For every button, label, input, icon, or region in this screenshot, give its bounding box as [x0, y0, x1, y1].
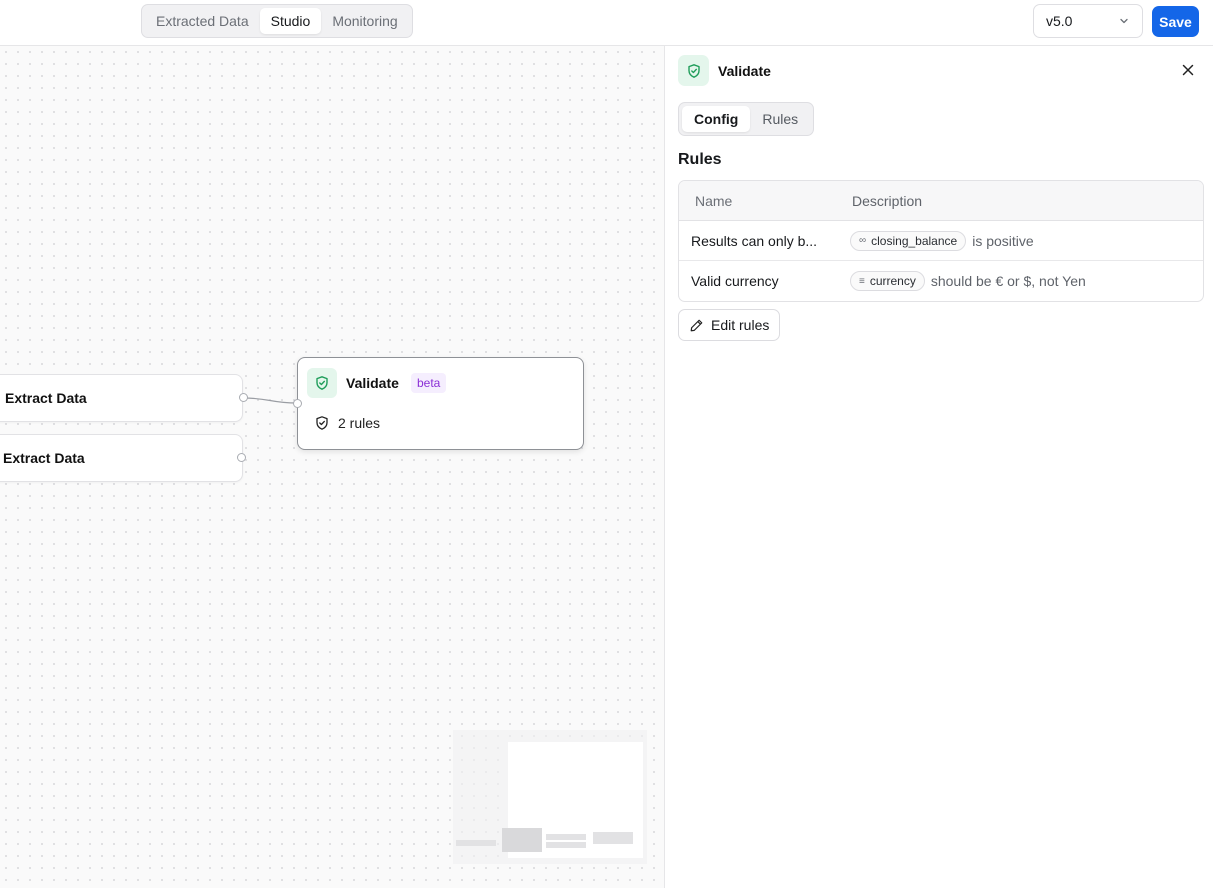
rule-name: Valid currency [691, 273, 779, 289]
minimap-node [593, 832, 633, 844]
node-title: Validate [346, 375, 399, 391]
table-header: Name Description [679, 181, 1203, 221]
edit-rules-button[interactable]: Edit rules [678, 309, 781, 341]
rule-text: is positive [972, 232, 1034, 249]
extract-data-node[interactable]: Extract Data [0, 434, 243, 482]
rule-name: Results can only b... [691, 232, 818, 249]
validate-panel: Validate Config Rules Rules Name Descrip… [664, 46, 1213, 888]
field-chip: ∞ closing_balance [850, 230, 967, 251]
column-header-name: Name [695, 192, 733, 209]
shield-check-icon [307, 368, 337, 398]
rules-table: Name Description Results can only b... ∞… [678, 180, 1204, 302]
section-title: Rules [678, 151, 722, 168]
rule-description: ≡ currency should be € or $, not Yen [839, 271, 1203, 291]
workflow-canvas[interactable]: Extract Data Extract Data Validate beta … [0, 46, 664, 888]
shield-icon [316, 416, 328, 430]
save-button[interactable]: Save [1152, 6, 1199, 37]
version-select[interactable]: v5.0 [1033, 4, 1143, 38]
text-type-icon: ≡ [859, 275, 865, 287]
tab-extracted-data[interactable]: Extracted Data [145, 8, 260, 34]
field-name: closing_balance [871, 233, 958, 248]
view-tabs: Extracted Data Studio Monitoring [141, 4, 413, 38]
tab-rules[interactable]: Rules [750, 106, 810, 132]
minimap[interactable] [453, 730, 647, 864]
extract-data-node[interactable]: Extract Data [0, 374, 243, 422]
pencil-icon [690, 319, 703, 331]
minimap-node [456, 840, 496, 846]
field-name: currency [869, 274, 916, 288]
tab-monitoring[interactable]: Monitoring [321, 8, 408, 34]
number-type-icon: ∞ [859, 235, 867, 246]
chevron-down-icon [1120, 18, 1128, 24]
panel-tabs: Config Rules [678, 102, 815, 136]
edit-rules-label: Edit rules [711, 317, 770, 333]
rules-count: 2 rules [338, 415, 381, 431]
minimap-node [546, 842, 586, 848]
node-input-handle[interactable] [293, 399, 302, 408]
rule-description: ∞ closing_balance is positive [839, 230, 1203, 251]
minimap-node [502, 828, 542, 852]
validate-node[interactable]: Validate beta 2 rules [297, 357, 584, 450]
panel-title: Validate [718, 63, 771, 79]
column-header-description: Description [852, 192, 923, 209]
rule-text: should be € or $, not Yen [930, 273, 1086, 289]
field-chip: ≡ currency [850, 271, 925, 291]
table-row[interactable]: Results can only b... ∞ closing_balance … [679, 221, 1203, 261]
tab-studio[interactable]: Studio [259, 8, 322, 34]
node-label: Extract Data [3, 450, 85, 466]
close-button[interactable] [1179, 61, 1197, 79]
version-value: v5.0 [1046, 13, 1073, 29]
table-row[interactable]: Valid currency ≡ currency should be € or… [679, 261, 1203, 301]
node-output-handle[interactable] [239, 393, 248, 402]
minimap-node [546, 834, 586, 840]
top-bar: Extracted Data Studio Monitoring v5.0 Sa… [0, 0, 1213, 46]
close-icon [1182, 64, 1194, 76]
shield-check-icon [678, 55, 709, 86]
node-output-handle[interactable] [237, 453, 246, 462]
rules-summary: 2 rules [314, 415, 380, 431]
node-label: Extract Data [5, 390, 87, 406]
tab-config[interactable]: Config [682, 106, 751, 132]
beta-badge: beta [411, 373, 447, 393]
